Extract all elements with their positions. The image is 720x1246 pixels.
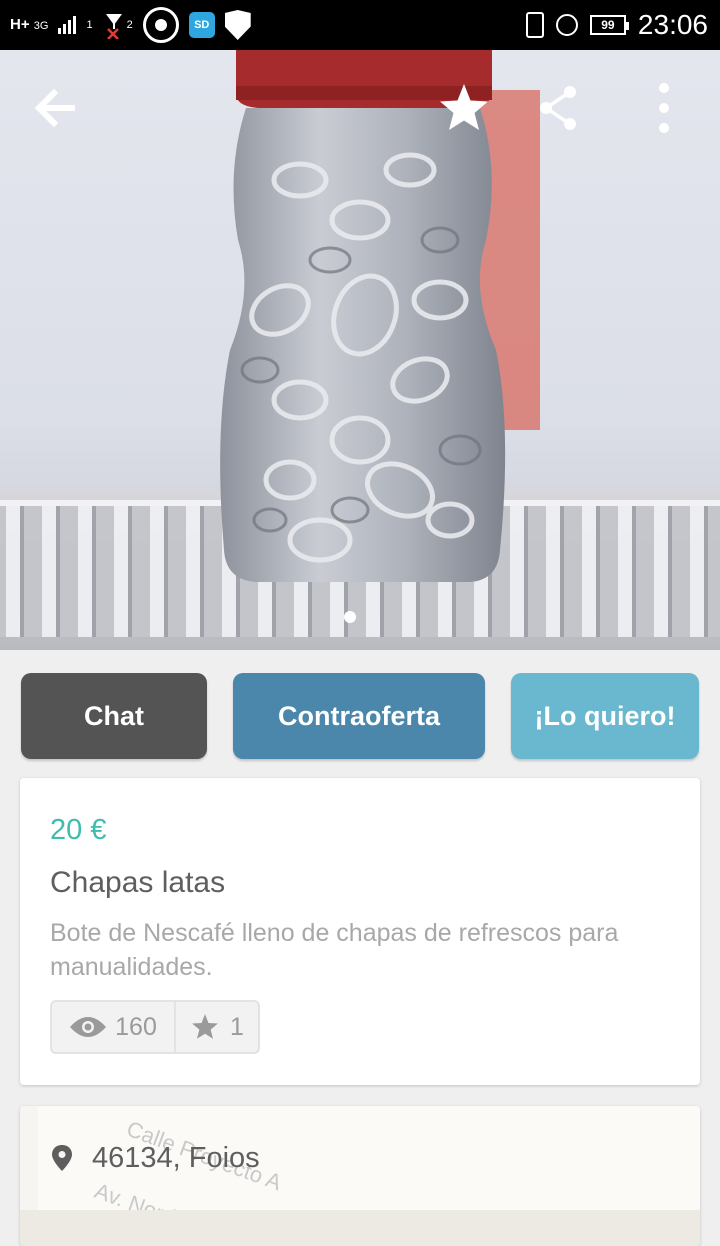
location-card[interactable]: Calle Proyecto A Av. Nord 46134, Foios <box>20 1106 700 1246</box>
battery-icon: 99 <box>589 15 629 35</box>
star-icon[interactable] <box>436 80 492 136</box>
photo-drawing <box>0 50 720 650</box>
status-left: H+ 3G 1 2 SD <box>10 7 251 43</box>
product-description: Bote de Nescafé lleno de chapas de refre… <box>50 919 619 981</box>
product-price: 20 € <box>50 814 107 846</box>
chat-button[interactable]: Chat <box>21 673 207 759</box>
page-indicator-dot <box>344 611 356 623</box>
network-label: H+ <box>10 15 30 33</box>
back-arrow-icon[interactable] <box>28 80 84 136</box>
map-road <box>20 1210 700 1246</box>
no-signal-icon <box>105 14 122 39</box>
sd-card-icon: SD <box>188 12 215 38</box>
location-pin-icon <box>52 1145 72 1171</box>
favorites-star-icon <box>192 1014 218 1039</box>
product-photo[interactable] <box>0 50 720 650</box>
views-stat: 160 <box>52 1002 176 1052</box>
status-right: 99 23:06 <box>525 8 708 42</box>
product-title: Chapas latas <box>50 866 226 899</box>
sim2-label: 2 <box>126 19 133 31</box>
status-bar: H+ 3G 1 2 SD 99 23:06 <box>0 0 720 50</box>
clock: 23:06 <box>637 9 708 40</box>
signal-icon <box>58 16 77 34</box>
favorites-stat: 1 <box>176 1002 258 1052</box>
network-type-label: 3G <box>33 19 49 32</box>
vibrate-icon <box>525 12 544 38</box>
alarm-icon <box>555 14 578 36</box>
more-vert-icon[interactable] <box>636 80 692 136</box>
location-text: 46134, Foios <box>92 1142 260 1174</box>
sim1-label: 1 <box>86 19 93 31</box>
eye-icon <box>70 1017 107 1037</box>
want-button[interactable]: ¡Lo quiero! <box>511 673 699 759</box>
network-indicator: H+ 3G <box>10 17 48 34</box>
product-stats: 160 1 <box>50 1000 260 1054</box>
whatsapp-icon <box>142 7 179 43</box>
battery-level: 99 <box>601 18 615 32</box>
counteroffer-button[interactable]: Contraoferta <box>233 673 485 759</box>
favorites-count: 1 <box>230 1012 244 1041</box>
shield-icon <box>224 10 251 40</box>
product-card: 20 € Chapas latas Bote de Nescafé lleno … <box>20 778 700 1085</box>
share-icon[interactable] <box>530 80 586 136</box>
views-count: 160 <box>115 1012 157 1041</box>
